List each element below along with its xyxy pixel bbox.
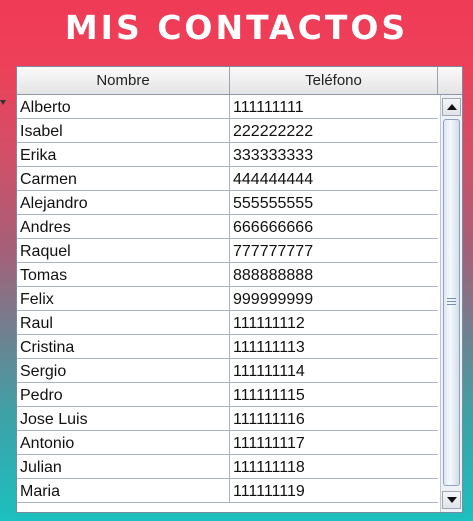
cell-nombre[interactable]: Tomas bbox=[17, 263, 230, 286]
table-row[interactable]: Pedro 111111115 bbox=[17, 383, 438, 407]
table-row[interactable]: Cristina 111111113 bbox=[17, 335, 438, 359]
cell-telefono[interactable]: 222222222 bbox=[230, 119, 438, 142]
cell-telefono[interactable]: 888888888 bbox=[230, 263, 438, 286]
arrow-up-icon bbox=[447, 104, 457, 110]
column-header-nombre[interactable]: Nombre bbox=[17, 67, 230, 94]
cell-telefono[interactable]: 111111118 bbox=[230, 455, 438, 478]
table-row[interactable]: Alberto 111111111 bbox=[17, 95, 438, 119]
table-row[interactable]: Erika 333333333 bbox=[17, 143, 438, 167]
cell-nombre[interactable]: Antonio bbox=[17, 431, 230, 454]
cell-telefono[interactable]: 111111119 bbox=[230, 479, 438, 502]
cell-nombre[interactable]: Raquel bbox=[17, 239, 230, 262]
cell-telefono[interactable]: 666666666 bbox=[230, 215, 438, 238]
table-row[interactable]: Andres 666666666 bbox=[17, 215, 438, 239]
cell-nombre[interactable]: Pedro bbox=[17, 383, 230, 406]
cell-nombre[interactable]: Sergio bbox=[17, 359, 230, 382]
table-row[interactable]: Tomas 888888888 bbox=[17, 263, 438, 287]
table-row[interactable]: Julian 111111118 bbox=[17, 455, 438, 479]
cell-telefono[interactable]: 999999999 bbox=[230, 287, 438, 310]
grip-icon bbox=[447, 304, 456, 305]
cell-nombre[interactable]: Raul bbox=[17, 311, 230, 334]
cell-telefono[interactable]: 111111117 bbox=[230, 431, 438, 454]
table-row[interactable]: Jose Luis 111111116 bbox=[17, 407, 438, 431]
table-row[interactable]: Antonio 111111117 bbox=[17, 431, 438, 455]
dropdown-arrow-icon bbox=[0, 100, 6, 105]
table-header: Nombre Teléfono bbox=[17, 67, 462, 95]
cell-nombre[interactable]: Andres bbox=[17, 215, 230, 238]
cell-telefono[interactable]: 111111111 bbox=[230, 95, 438, 118]
table-body: Alberto 111111111 Isabel 222222222 Erika 3333… bbox=[17, 95, 438, 512]
table-row[interactable]: Carmen 444444444 bbox=[17, 167, 438, 191]
scrollbar-thumb[interactable] bbox=[443, 119, 460, 486]
arrow-down-icon bbox=[447, 497, 457, 503]
scroll-down-button[interactable] bbox=[442, 491, 461, 509]
table-row[interactable]: Maria 111111119 bbox=[17, 479, 438, 503]
table-row[interactable]: Sergio 111111114 bbox=[17, 359, 438, 383]
cell-telefono[interactable]: 777777777 bbox=[230, 239, 438, 262]
cell-nombre[interactable]: Jose Luis bbox=[17, 407, 230, 430]
cell-telefono[interactable]: 111111113 bbox=[230, 335, 438, 358]
cell-nombre[interactable]: Erika bbox=[17, 143, 230, 166]
cell-nombre[interactable]: Alberto bbox=[17, 95, 230, 118]
vertical-scrollbar[interactable] bbox=[440, 95, 462, 512]
header-corner bbox=[438, 67, 462, 94]
contacts-table: Nombre Teléfono Alberto 111111111 Isabel 22… bbox=[16, 66, 463, 513]
cell-nombre[interactable]: Cristina bbox=[17, 335, 230, 358]
cell-nombre[interactable]: Carmen bbox=[17, 167, 230, 190]
table-row[interactable]: Isabel 222222222 bbox=[17, 119, 438, 143]
cell-telefono[interactable]: 111111116 bbox=[230, 407, 438, 430]
table-row[interactable]: Raquel 777777777 bbox=[17, 239, 438, 263]
column-header-telefono[interactable]: Teléfono bbox=[230, 67, 438, 94]
app-title: MIS CONTACTOS bbox=[64, 8, 409, 47]
cell-telefono[interactable]: 444444444 bbox=[230, 167, 438, 190]
grip-icon bbox=[447, 298, 456, 299]
cell-nombre[interactable]: Julian bbox=[17, 455, 230, 478]
scroll-up-button[interactable] bbox=[442, 98, 461, 116]
table-row[interactable]: Raul 111111112 bbox=[17, 311, 438, 335]
cell-nombre[interactable]: Felix bbox=[17, 287, 230, 310]
grip-icon bbox=[447, 301, 456, 302]
cell-nombre[interactable]: Maria bbox=[17, 479, 230, 502]
table-row[interactable]: Felix 999999999 bbox=[17, 287, 438, 311]
table-row[interactable]: Alejandro 555555555 bbox=[17, 191, 438, 215]
cell-telefono[interactable]: 111111112 bbox=[230, 311, 438, 334]
cell-telefono[interactable]: 333333333 bbox=[230, 143, 438, 166]
cell-telefono[interactable]: 111111114 bbox=[230, 359, 438, 382]
cell-nombre[interactable]: Alejandro bbox=[17, 191, 230, 214]
cell-telefono[interactable]: 555555555 bbox=[230, 191, 438, 214]
cell-telefono[interactable]: 111111115 bbox=[230, 383, 438, 406]
cell-nombre[interactable]: Isabel bbox=[17, 119, 230, 142]
